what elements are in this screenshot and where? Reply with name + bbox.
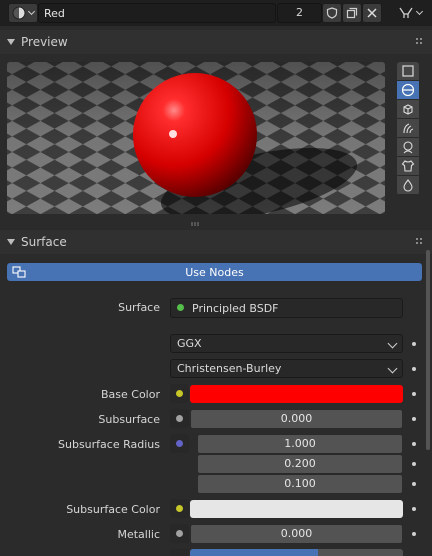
fluid-icon[interactable] [397,176,419,195]
preview-resize-grip[interactable] [191,216,201,226]
surface-panel-header[interactable]: Surface [0,230,432,254]
surface-label: Surface [118,301,160,314]
collapse-triangle-icon [7,239,15,245]
drag-grip-icon[interactable] [416,38,424,46]
close-icon [367,8,377,18]
metallic-label: Metallic [117,528,160,541]
chevron-down-icon [415,7,424,16]
material-sphere-icon [12,6,26,20]
metallic-field[interactable]: 0.000 [190,524,403,544]
distribution-dropdown[interactable]: GGX [170,334,403,353]
next-row-socket-button[interactable] [170,549,189,556]
surface-shader-name: Principled BSDF [192,302,279,315]
metallic-socket-button[interactable] [170,524,189,543]
subsurface-color-swatch[interactable] [190,500,403,518]
preview-render[interactable] [7,62,385,214]
value-socket-icon [176,530,183,537]
material-browse-button[interactable] [8,3,38,23]
surface-shader-field[interactable]: Principled BSDF [170,298,403,318]
preview-render-image [7,62,385,214]
subsurface-field[interactable]: 0.000 [190,409,403,429]
base-color-swatch[interactable] [190,385,403,403]
shield-icon [326,7,338,19]
color-socket-icon [176,390,183,397]
shader-socket-icon [177,304,184,311]
user-count: 2 [296,6,303,19]
value-socket-icon [176,415,183,422]
decorator-dot[interactable] [412,532,416,536]
subsurface-radius-x[interactable]: 1.000 [197,434,403,454]
decorator-dot[interactable] [412,462,416,466]
decorator-dot[interactable] [412,482,416,486]
chevron-down-icon [387,363,398,374]
preview-shape-buttons [397,62,419,195]
color-socket-icon [176,505,183,512]
decorator-dot[interactable] [412,342,416,346]
use-nodes-label: Use Nodes [185,265,244,279]
base-color-socket-button[interactable] [170,384,189,403]
base-color-label: Base Color [100,388,160,401]
subsurface-socket-button[interactable] [170,409,189,428]
subsurface-radius-y[interactable]: 0.200 [197,454,403,474]
surface-title: Surface [21,235,67,249]
monkey-icon[interactable] [397,138,419,157]
node-tree-icon [399,7,413,18]
collapse-triangle-icon [7,39,15,45]
decorator-dot[interactable] [412,442,416,446]
node-icon [12,266,26,278]
subsurface-radius-z[interactable]: 0.100 [197,474,403,494]
hair-icon[interactable] [397,119,419,138]
chevron-down-icon [27,7,36,16]
use-nodes-button[interactable]: Use Nodes [7,263,422,281]
subsurface-color-label: Subsurface Color [66,503,160,516]
preview-title: Preview [21,35,68,49]
distribution-value: GGX [177,337,202,350]
subsurface-color-socket-button[interactable] [170,499,189,518]
next-row-slider[interactable] [190,549,403,556]
sphere-icon[interactable] [397,81,419,100]
cloth-icon[interactable] [397,157,419,176]
scrollbar[interactable] [426,250,430,450]
new-material-button[interactable] [342,3,362,23]
drag-grip-icon[interactable] [416,238,424,246]
subsurface-label: Subsurface [98,413,160,426]
subsurface-radius-label: Subsurface Radius [58,438,160,451]
subsurface-radius-socket-button[interactable] [170,434,189,453]
chevron-down-icon [387,338,398,349]
material-name: Red [44,7,65,20]
subsurface-method-dropdown[interactable]: Christensen-Burley [170,359,403,378]
duplicate-icon [346,7,358,19]
unlink-material-button[interactable] [362,3,382,23]
decorator-dot[interactable] [412,417,416,421]
user-count-field[interactable]: 2 [277,3,322,23]
flat-icon[interactable] [397,62,419,81]
decorator-dot[interactable] [412,507,416,511]
vector-socket-icon [176,440,183,447]
cube-icon[interactable] [397,100,419,119]
subsurface-method-value: Christensen-Burley [177,362,282,375]
decorator-dot[interactable] [412,367,416,371]
preview-panel-header[interactable]: Preview [0,30,432,54]
node-tree-menu-button[interactable] [393,3,427,23]
decorator-dot[interactable] [412,392,416,396]
fake-user-button[interactable] [322,3,342,23]
material-name-field[interactable]: Red [38,3,276,23]
